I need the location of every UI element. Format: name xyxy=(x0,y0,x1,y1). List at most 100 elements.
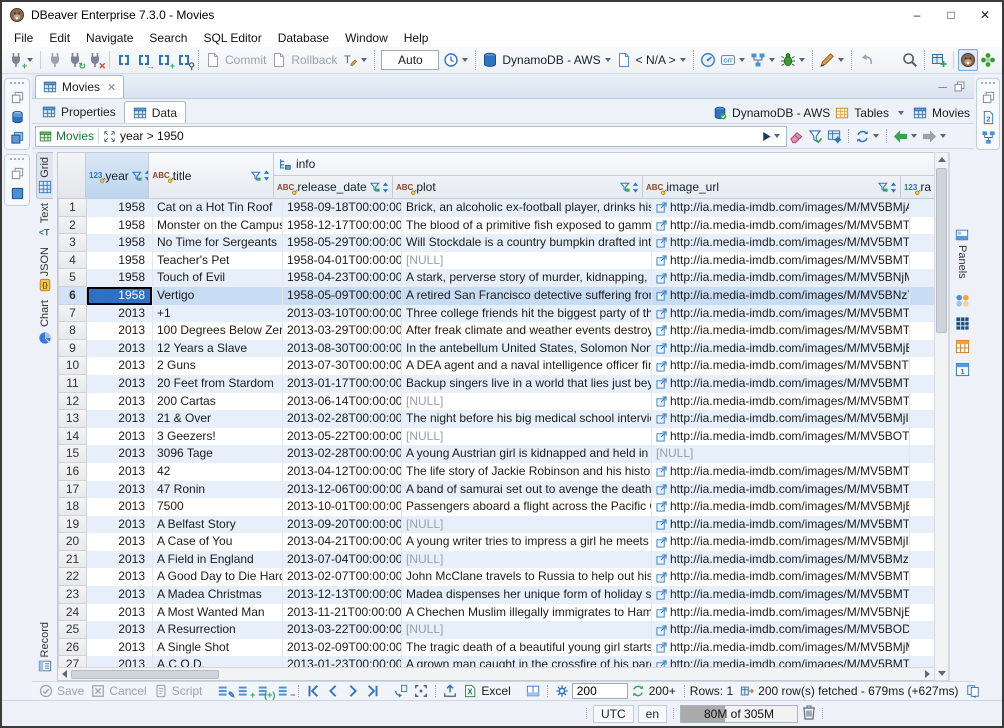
database-navigator-icon[interactable] xyxy=(10,110,25,125)
restore-view-icon[interactable] xyxy=(981,90,996,105)
edit-cell-button[interactable]: ✎ xyxy=(214,683,234,700)
active-schema-label[interactable]: < N/A > xyxy=(636,53,676,67)
active-connection-button[interactable] xyxy=(480,49,500,71)
cell-title[interactable]: 20 Feet from Stardom xyxy=(153,375,283,393)
reconnect-button[interactable]: ↻ xyxy=(65,49,85,71)
cell-rating[interactable] xyxy=(910,287,934,305)
cell-title[interactable]: 7500 xyxy=(153,498,283,516)
cell-rating[interactable] xyxy=(910,410,934,428)
result-settings-button[interactable] xyxy=(552,683,572,700)
cell-title[interactable]: No Time for Sergeants xyxy=(153,234,283,252)
cell-title[interactable]: A Most Wanted Man xyxy=(153,604,283,622)
garbage-collect-button[interactable] xyxy=(802,704,816,723)
cell-rating[interactable] xyxy=(910,639,934,657)
menu-database[interactable]: Database xyxy=(270,29,337,47)
cell-year[interactable]: 1958 xyxy=(87,287,153,305)
cell-year[interactable]: 2013 xyxy=(87,586,153,604)
cell-release-date[interactable]: 2013-09-20T00:00:00Z xyxy=(283,516,402,534)
cell-year[interactable]: 2013 xyxy=(87,516,153,534)
cell-image-url[interactable]: http://ia.media-imdb.com/images/M/MV5BMj… xyxy=(652,199,910,217)
cell-release-date[interactable]: 1958-04-01T00:00:00Z xyxy=(283,252,402,270)
scroll-down-arrow[interactable] xyxy=(938,671,946,676)
row-number[interactable]: 3 xyxy=(58,234,87,252)
cell-image-url[interactable]: http://ia.media-imdb.com/images/M/MV5BMj… xyxy=(652,340,910,358)
cell-title[interactable]: A Case of You xyxy=(153,533,283,551)
cell-release-date[interactable]: 2013-01-23T00:00:00Z xyxy=(283,656,402,667)
cell-title[interactable]: A Madea Christmas xyxy=(153,586,283,604)
cell-year[interactable]: 2013 xyxy=(87,428,153,446)
expand-icon[interactable] xyxy=(103,130,116,143)
nav-forward-button[interactable] xyxy=(922,129,937,144)
cell-plot[interactable]: The tragic death of a beautiful young gi… xyxy=(402,639,652,657)
cell-title[interactable]: A Belfast Story xyxy=(153,516,283,534)
commit-label[interactable]: Commit xyxy=(225,53,266,67)
scroll-thumb[interactable] xyxy=(71,670,219,679)
connection-dropdown[interactable] xyxy=(605,58,611,62)
er-diagram-button[interactable] xyxy=(748,49,768,71)
minimize-button[interactable]: – xyxy=(900,3,934,27)
cell-year[interactable]: 2013 xyxy=(87,305,153,323)
save-filter-button[interactable] xyxy=(808,129,823,144)
cell-title[interactable]: 12 Years a Slave xyxy=(153,340,283,358)
rollback-button[interactable] xyxy=(269,49,289,71)
cell-release-date[interactable]: 2013-01-17T00:00:00Z xyxy=(283,375,402,393)
schema-dropdown[interactable] xyxy=(680,58,686,62)
cell-year[interactable]: 2013 xyxy=(87,445,153,463)
cell-image-url[interactable]: http://ia.media-imdb.com/images/M/MV5BNT… xyxy=(652,357,910,375)
tab-properties[interactable]: Properties xyxy=(34,101,124,123)
row-number[interactable]: 1 xyxy=(58,199,87,217)
cell-plot[interactable]: [NULL] xyxy=(402,428,652,446)
breadcrumb-container[interactable]: Tables xyxy=(854,106,889,120)
search-button[interactable] xyxy=(900,49,920,71)
cell-year[interactable]: 1958 xyxy=(87,269,153,287)
language-indicator[interactable]: en xyxy=(638,705,667,723)
dbeaver-perspective-button[interactable] xyxy=(958,49,978,71)
restore-view-icon[interactable] xyxy=(10,90,25,105)
cell-rating[interactable] xyxy=(910,568,934,586)
next-row-button[interactable] xyxy=(343,683,363,700)
horizontal-scrollbar[interactable] xyxy=(58,667,934,680)
cell-release-date[interactable]: 2013-02-28T00:00:00Z xyxy=(283,410,402,428)
cell-image-url[interactable]: http://ia.media-imdb.com/images/M/MV5BMT… xyxy=(652,217,910,235)
cell-image-url[interactable]: http://ia.media-imdb.com/images/M/MV5BOT… xyxy=(652,428,910,446)
cell-year[interactable]: 2013 xyxy=(87,463,153,481)
close-tab-icon[interactable]: ✕ xyxy=(107,81,116,94)
cell-image-url[interactable]: http://ia.media-imdb.com/images/M/MV5BMz… xyxy=(652,551,910,569)
cell-rating[interactable] xyxy=(910,498,934,516)
cell-title[interactable]: Touch of Evil xyxy=(153,269,283,287)
fetch-more-label[interactable]: 200+ xyxy=(649,684,676,698)
cell-rating[interactable] xyxy=(910,533,934,551)
cell-plot[interactable]: A retired San Francisco detective suffer… xyxy=(402,287,652,305)
cell-plot[interactable]: A grown man caught in the crossfire of h… xyxy=(402,656,652,667)
cell-year[interactable]: 2013 xyxy=(87,621,153,639)
minimize-editor-icon[interactable]: ─ xyxy=(938,80,947,94)
cell-release-date[interactable]: 2013-03-22T00:00:00Z xyxy=(283,621,402,639)
cell-title[interactable]: 3 Geezers! xyxy=(153,428,283,446)
cell-plot[interactable]: The blood of a primitive fish exposed to… xyxy=(402,217,652,235)
cell-title[interactable]: 42 xyxy=(153,463,283,481)
cell-release-date[interactable]: 2013-07-30T00:00:00Z xyxy=(283,357,402,375)
sort-filter-icons[interactable] xyxy=(620,182,639,193)
cell-title[interactable]: 100 Degrees Below Zero xyxy=(153,322,283,340)
cell-rating[interactable] xyxy=(910,551,934,569)
restore-view-icon[interactable] xyxy=(10,166,25,181)
cell-title[interactable]: A Good Day to Die Hard xyxy=(153,568,283,586)
cell-image-url[interactable]: http://ia.media-imdb.com/images/M/MV5BMj… xyxy=(652,498,910,516)
row-number[interactable]: 4 xyxy=(58,252,87,270)
cell-rating[interactable] xyxy=(910,322,934,340)
menu-search[interactable]: Search xyxy=(141,29,195,47)
filter-expression[interactable]: year > 1950 xyxy=(120,129,184,143)
cell-year[interactable]: 1958 xyxy=(87,252,153,270)
timezone-indicator[interactable]: UTC xyxy=(593,705,634,723)
cell-year[interactable]: 1958 xyxy=(87,217,153,235)
cell-plot[interactable]: [NULL] xyxy=(402,551,652,569)
value-viewer-icon[interactable] xyxy=(955,293,970,308)
cell-rating[interactable] xyxy=(910,340,934,358)
cell-plot[interactable]: [NULL] xyxy=(402,393,652,411)
debug-dropdown[interactable] xyxy=(799,58,805,62)
cell-year[interactable]: 2013 xyxy=(87,533,153,551)
cell-release-date[interactable]: 2013-10-01T00:00:00Z xyxy=(283,498,402,516)
cell-title[interactable]: 3096 Tage xyxy=(153,445,283,463)
play-icon[interactable] xyxy=(760,130,773,143)
calc-panel-icon[interactable] xyxy=(955,316,970,331)
